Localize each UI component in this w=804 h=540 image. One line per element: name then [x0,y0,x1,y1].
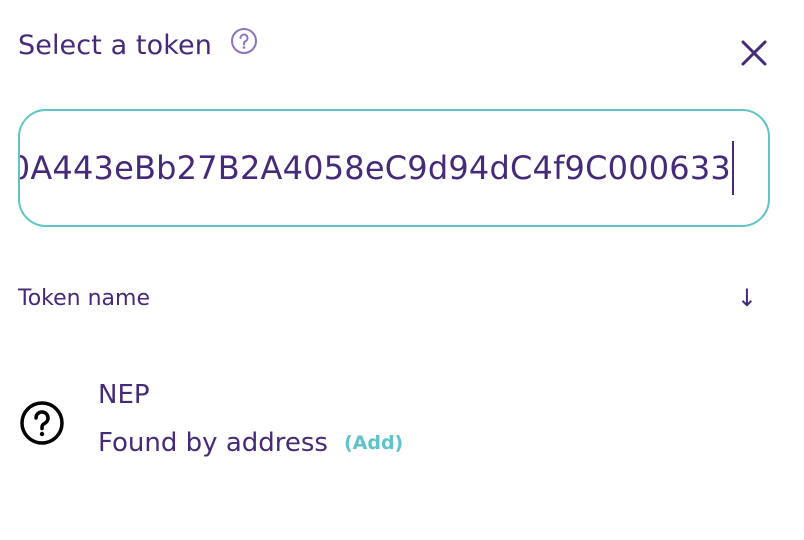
close-icon[interactable] [737,36,771,70]
token-list-item[interactable]: NEP Found by address (Add) [18,376,770,472]
modal-title: Select a token [18,30,212,61]
token-symbol: NEP [98,380,150,410]
token-name-column-label: Token name [18,285,150,311]
token-search-box[interactable]: 0x50A443eBb27B2A4058eC9d94dC4f9C000633 [18,109,770,227]
question-circle-icon [20,401,64,445]
token-list-header: Token name ↓ [18,284,763,312]
select-token-modal: Select a token 0x50A443eBb27B2A4058eC9d9… [0,0,804,540]
token-search-input[interactable]: 0x50A443eBb27B2A4058eC9d94dC4f9C000633 [18,111,734,225]
modal-header: Select a token [18,27,258,61]
add-token-link[interactable]: (Add) [344,432,403,454]
sort-arrow-down-icon[interactable]: ↓ [737,284,763,312]
text-caret [732,141,734,195]
token-status-row: Found by address (Add) [98,428,403,458]
token-status-text: Found by address [98,428,328,458]
token-search-value: 0x50A443eBb27B2A4058eC9d94dC4f9C000633 [18,149,731,187]
help-icon[interactable] [230,27,258,55]
